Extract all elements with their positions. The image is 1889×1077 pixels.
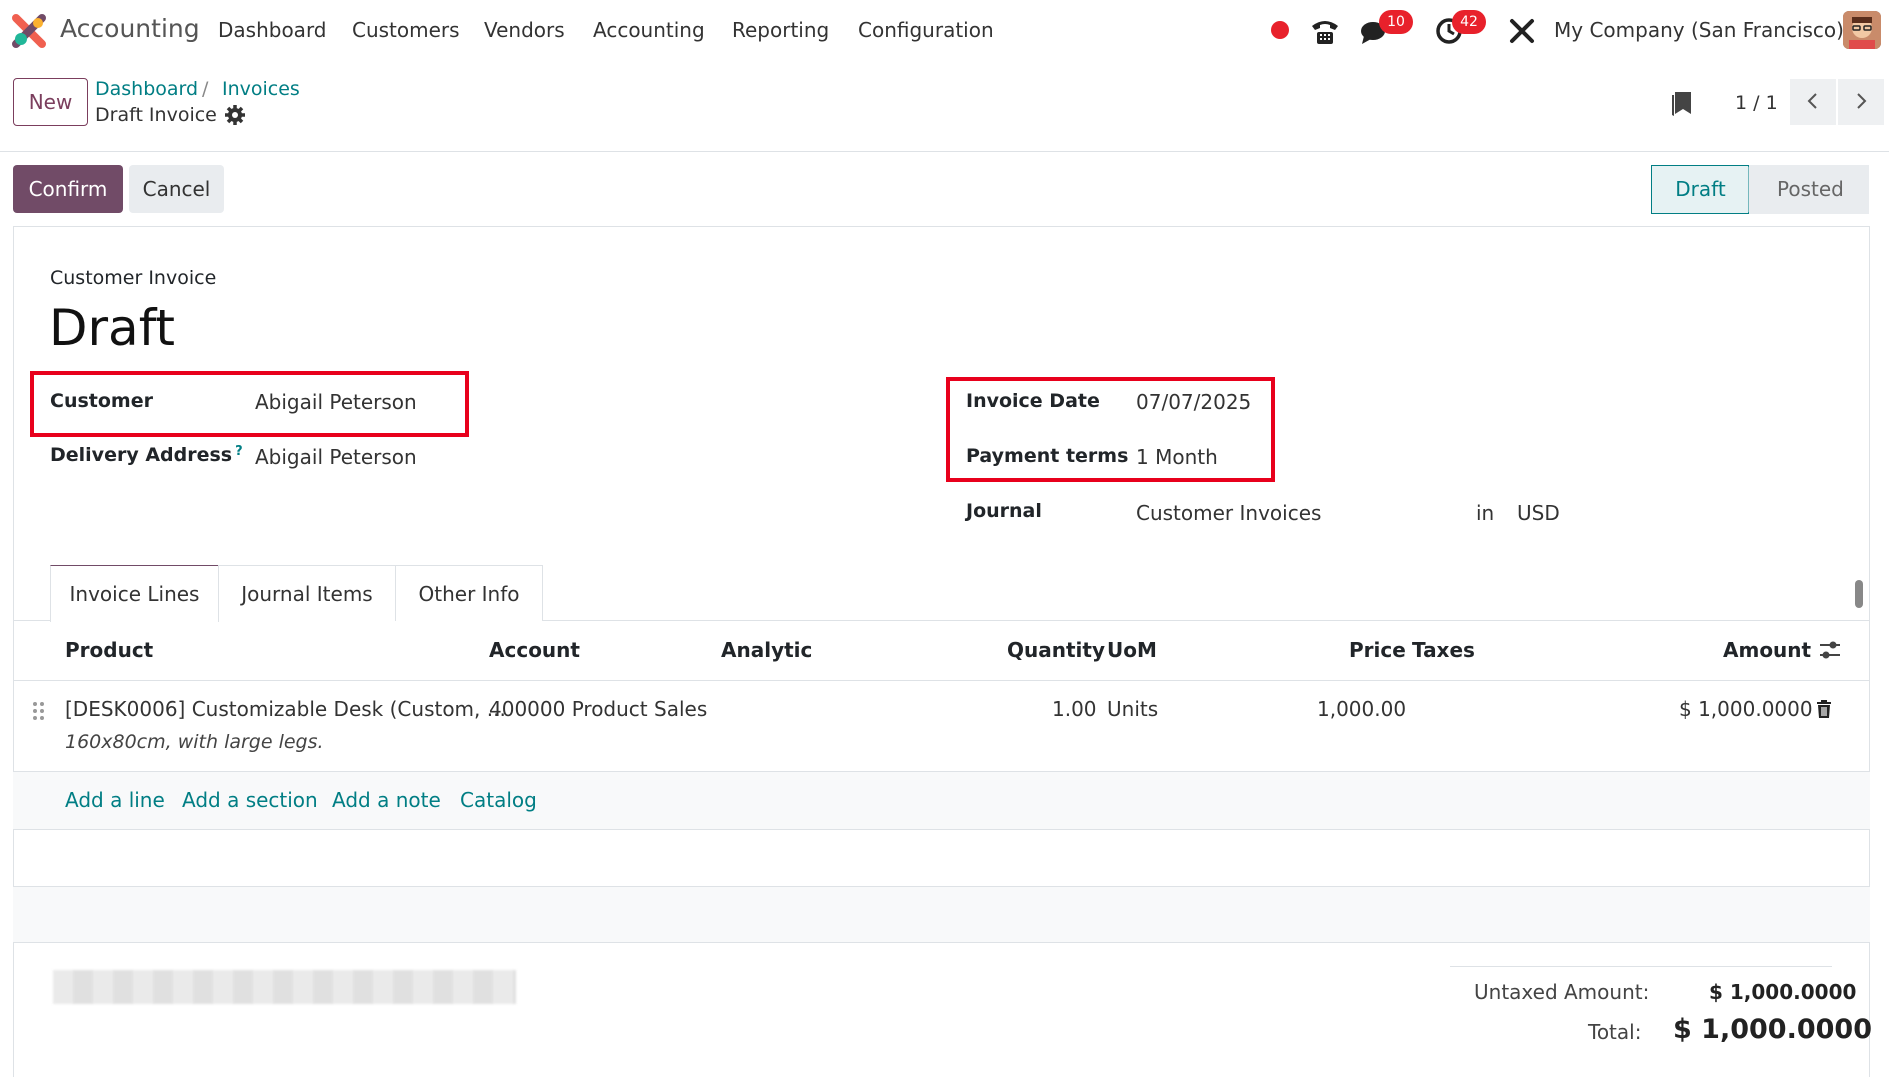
line-account[interactable]: 400000 Product Sales bbox=[489, 697, 707, 721]
cancel-button[interactable]: Cancel bbox=[129, 165, 224, 213]
currency-field[interactable]: USD bbox=[1517, 501, 1560, 525]
drag-handle-icon[interactable] bbox=[32, 701, 46, 721]
journal-in-label: in bbox=[1476, 501, 1495, 525]
menu-configuration[interactable]: Configuration bbox=[858, 18, 994, 42]
user-avatar[interactable] bbox=[1843, 11, 1881, 49]
col-analytic[interactable]: Analytic bbox=[721, 638, 812, 662]
line-amount: $ 1,000.0000 bbox=[1679, 697, 1813, 721]
add-note-link[interactable]: Add a note bbox=[332, 788, 441, 812]
breadcrumb-separator: / bbox=[202, 78, 209, 100]
menu-dashboard[interactable]: Dashboard bbox=[218, 18, 327, 42]
table-row[interactable] bbox=[13, 681, 1870, 771]
pager-previous-button[interactable] bbox=[1790, 79, 1836, 125]
menu-vendors[interactable]: Vendors bbox=[484, 18, 565, 42]
control-panel-divider bbox=[0, 151, 1889, 152]
recording-indicator-icon[interactable] bbox=[1271, 21, 1289, 39]
scrollbar[interactable] bbox=[1855, 580, 1863, 608]
total-value: $ 1,000.0000 bbox=[1673, 1014, 1872, 1045]
tab-invoice-lines[interactable]: Invoice Lines bbox=[50, 565, 219, 622]
help-tooltip-icon[interactable]: ? bbox=[235, 444, 243, 459]
pager-value[interactable]: 1 / 1 bbox=[1735, 92, 1778, 114]
col-amount[interactable]: Amount bbox=[1723, 638, 1811, 662]
line-quantity[interactable]: 1.00 bbox=[1052, 697, 1097, 721]
menu-accounting[interactable]: Accounting bbox=[593, 18, 705, 42]
app-name[interactable]: Accounting bbox=[60, 14, 200, 43]
col-taxes[interactable]: Taxes bbox=[1412, 638, 1475, 662]
form-sheet bbox=[13, 226, 1870, 1077]
activities-badge: 42 bbox=[1452, 10, 1486, 34]
tab-other-info[interactable]: Other Info bbox=[395, 565, 543, 621]
journal-label: Journal bbox=[966, 500, 1042, 522]
catalog-link[interactable]: Catalog bbox=[460, 788, 537, 812]
pager-next-button[interactable] bbox=[1838, 79, 1884, 125]
col-quantity[interactable]: Quantity bbox=[1007, 638, 1105, 662]
confirm-button[interactable]: Confirm bbox=[13, 165, 123, 213]
line-uom[interactable]: Units bbox=[1107, 697, 1158, 721]
chevron-right-icon bbox=[1857, 92, 1867, 109]
add-section-link[interactable]: Add a section bbox=[182, 788, 318, 812]
bookmark-icon[interactable] bbox=[1670, 90, 1694, 118]
accounting-app-icon[interactable] bbox=[12, 14, 46, 48]
record-name: Draft Invoice bbox=[95, 104, 217, 126]
col-price[interactable]: Price bbox=[1349, 638, 1406, 662]
row-divider bbox=[13, 829, 1870, 830]
journal-field[interactable]: Customer Invoices bbox=[1136, 501, 1321, 525]
delivery-address-field[interactable]: Abigail Peterson bbox=[255, 445, 417, 469]
document-type: Customer Invoice bbox=[50, 267, 217, 289]
col-account[interactable]: Account bbox=[489, 638, 580, 662]
trash-icon[interactable] bbox=[1815, 699, 1833, 719]
top-navbar: Accounting Dashboard Customers Vendors A… bbox=[0, 0, 1889, 62]
add-line-link[interactable]: Add a line bbox=[65, 788, 165, 812]
new-button[interactable]: New bbox=[13, 78, 88, 126]
totals-divider bbox=[1450, 966, 1832, 967]
status-posted[interactable]: Posted bbox=[1749, 165, 1869, 214]
empty-row bbox=[13, 887, 1870, 942]
menu-reporting[interactable]: Reporting bbox=[732, 18, 829, 42]
company-switcher[interactable]: My Company (San Francisco) bbox=[1554, 18, 1844, 42]
delivery-address-label: Delivery Address? bbox=[50, 444, 243, 466]
row-divider bbox=[13, 942, 1870, 943]
total-label: Total: bbox=[1588, 1020, 1642, 1044]
delivery-address-label-text: Delivery Address bbox=[50, 444, 233, 466]
line-product[interactable]: [DESK0006] Customizable Desk (Custom, ..… bbox=[65, 697, 506, 721]
breadcrumb-invoices[interactable]: Invoices bbox=[222, 78, 300, 100]
tab-journal-items[interactable]: Journal Items bbox=[218, 565, 396, 621]
col-product[interactable]: Product bbox=[65, 638, 153, 662]
col-uom[interactable]: UoM bbox=[1107, 638, 1157, 662]
debug-tools-icon[interactable] bbox=[1505, 14, 1539, 48]
document-title: Draft bbox=[49, 299, 176, 357]
status-draft[interactable]: Draft bbox=[1651, 165, 1749, 214]
phone-icon[interactable] bbox=[1308, 14, 1342, 48]
untaxed-amount-label: Untaxed Amount: bbox=[1474, 980, 1650, 1004]
gear-icon[interactable] bbox=[224, 104, 246, 126]
menu-customers[interactable]: Customers bbox=[352, 18, 460, 42]
highlight-date-terms bbox=[946, 377, 1275, 482]
untaxed-amount-value: $ 1,000.0000 bbox=[1709, 980, 1857, 1004]
breadcrumb-dashboard[interactable]: Dashboard bbox=[95, 78, 198, 100]
line-price[interactable]: 1,000.00 bbox=[1317, 697, 1406, 721]
blurred-terms-text bbox=[53, 970, 516, 1004]
column-settings-icon[interactable] bbox=[1818, 639, 1842, 661]
highlight-customer bbox=[30, 371, 469, 437]
messages-badge: 10 bbox=[1379, 10, 1413, 34]
chevron-left-icon bbox=[1807, 92, 1817, 109]
line-description[interactable]: 160x80cm, with large legs. bbox=[65, 731, 324, 753]
